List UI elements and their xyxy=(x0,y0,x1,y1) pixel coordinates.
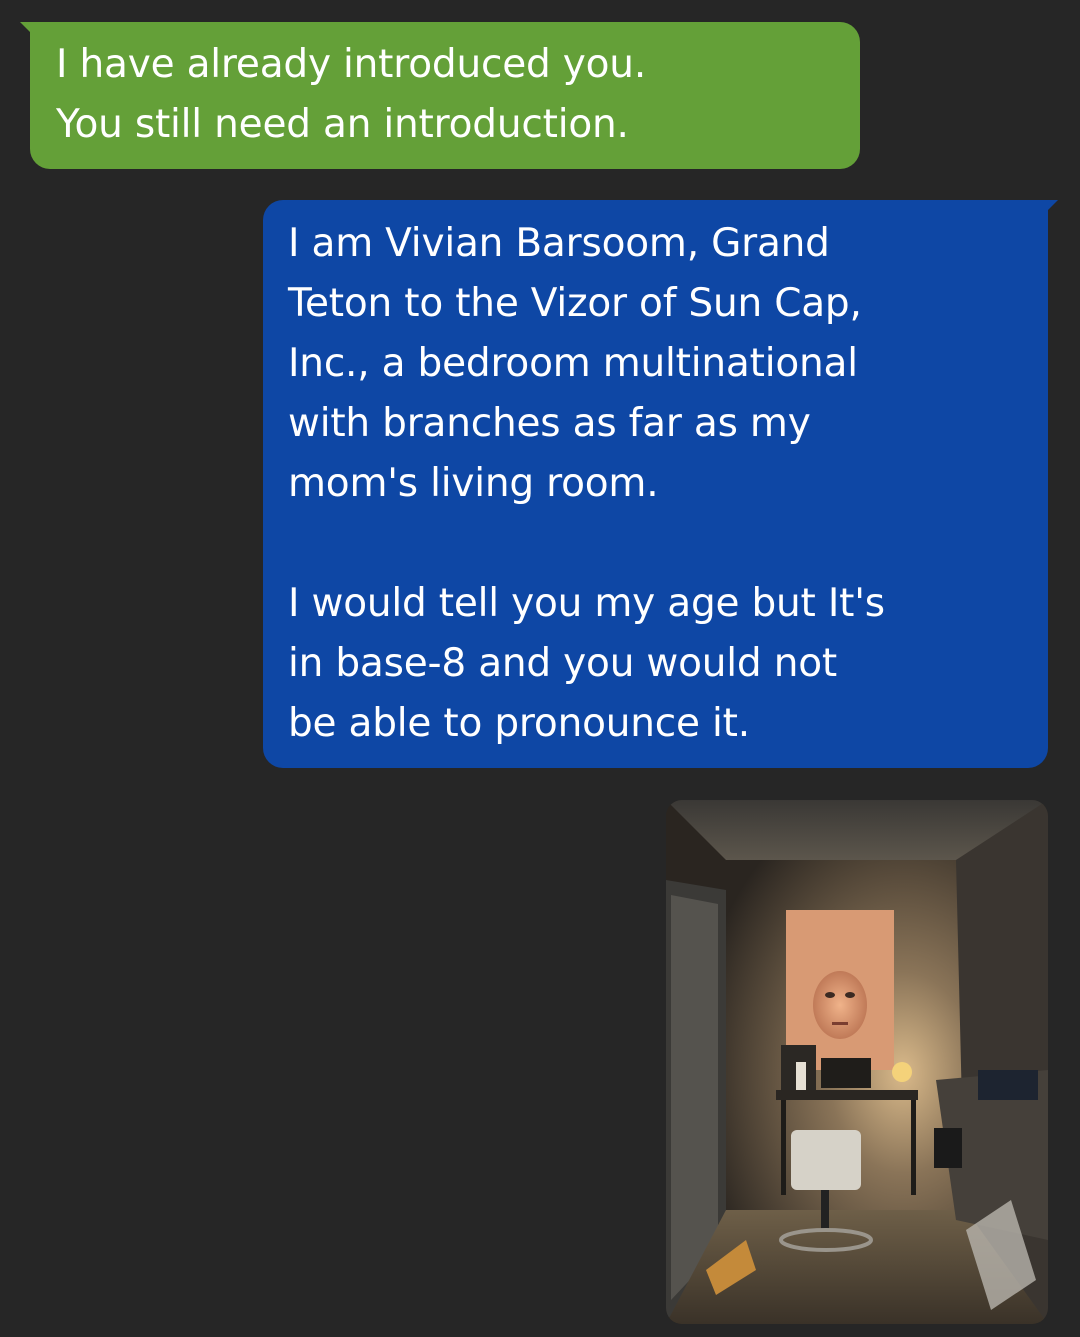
photo-attachment[interactable] xyxy=(666,800,1048,1324)
incoming-message-bubble[interactable]: I have already introduced you. You still… xyxy=(20,22,860,169)
bedroom-photo-icon xyxy=(666,800,1048,1324)
outgoing-message-bubble[interactable]: I am Vivian Barsoom, Grand Teton to the … xyxy=(263,200,1058,768)
message-thread: I have already introduced you. You still… xyxy=(0,0,1080,1337)
